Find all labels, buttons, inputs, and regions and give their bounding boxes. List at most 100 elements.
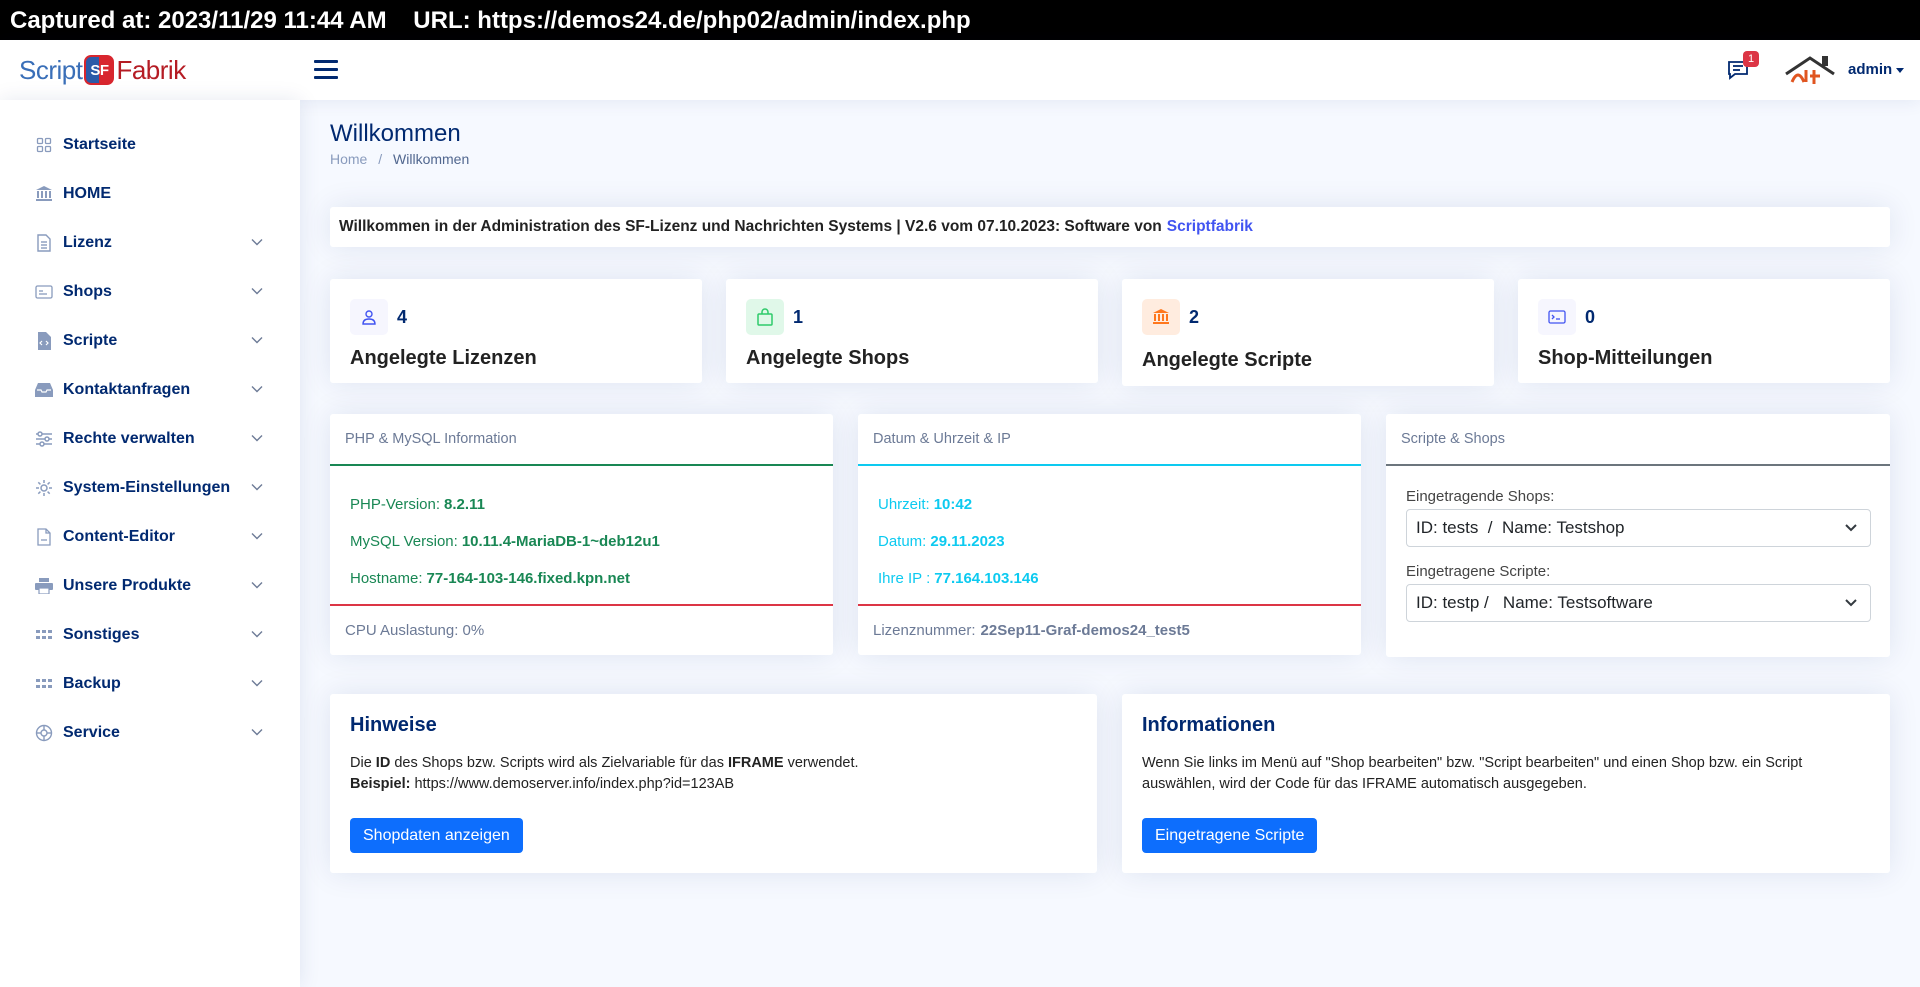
information-title: Informationen	[1142, 714, 1276, 736]
printer-icon	[35, 577, 53, 595]
terminal-card-icon	[1538, 299, 1576, 335]
chevron-down-icon[interactable]	[250, 333, 264, 347]
time-row: Uhrzeit: 10:42	[878, 496, 973, 513]
scripts-select[interactable]: ID: testp / Name: Testsoftware	[1406, 584, 1871, 622]
stat-value: 0	[1585, 307, 1596, 327]
file-code-icon	[35, 331, 53, 350]
stat-label: Angelegte Scripte	[1142, 349, 1313, 371]
chevron-down-icon[interactable]	[250, 480, 264, 494]
scriptfabrik-link[interactable]: Scriptfabrik	[1167, 218, 1253, 236]
dots-grid-icon	[35, 675, 53, 693]
menu-toggle-icon[interactable]	[314, 60, 338, 80]
dots-grid-icon	[35, 626, 53, 644]
shops-select[interactable]: ID: tests / Name: Testshop	[1406, 509, 1871, 547]
chevron-down-icon[interactable]	[250, 578, 264, 592]
chevron-down-icon[interactable]	[250, 529, 264, 543]
inbox-icon	[35, 381, 53, 399]
sidebar-item-content-editor[interactable]: Content-Editor	[0, 512, 300, 561]
php-mysql-card: PHP & MySQL Information PHP-Version: 8.2.…	[330, 414, 833, 655]
hostname-row: Hostname: 77-164-103-146.fixed.kpn.net	[350, 570, 630, 587]
stat-label: Angelegte Shops	[746, 347, 910, 369]
sidebar-item-backup[interactable]: Backup	[0, 659, 300, 708]
php-card-title: PHP & MySQL Information	[330, 414, 833, 466]
sidebar-item-rechte-verwalten[interactable]: Rechte verwalten	[0, 414, 300, 463]
top-header: Script SF Fabrik 1 admin	[0, 40, 1920, 100]
service-icon	[35, 724, 53, 742]
php-version-row: PHP-Version: 8.2.11	[350, 496, 485, 513]
sidebar-item-label: Startseite	[63, 135, 136, 153]
datetime-ip-card: Datum & Uhrzeit & IP Uhrzeit: 10:42 Datum…	[858, 414, 1361, 655]
welcome-banner: Willkommen in der Administration des SF-…	[330, 207, 1890, 247]
php-card-body: PHP-Version: 8.2.11 MySQL Version: 10.11.4…	[330, 466, 833, 606]
notification-badge: 1	[1743, 51, 1760, 67]
cpu-usage: CPU Auslastung: 0%	[345, 622, 485, 639]
sidebar-item-home[interactable]: HOME	[0, 169, 300, 218]
sidebar-item-sonstiges[interactable]: Sonstiges	[0, 610, 300, 659]
show-shopdata-button[interactable]: Shopdaten anzeigen	[350, 818, 523, 853]
gear-icon	[35, 479, 53, 497]
scripts-shops-card: Scripte & Shops Eingetragende Shops: ID:…	[1386, 414, 1890, 657]
sidebar-item-shops[interactable]: Shops	[0, 267, 300, 316]
sidebar-item-label: Lizenz	[63, 233, 112, 251]
chevron-down-icon[interactable]	[250, 725, 264, 739]
stat-value: 2	[1189, 307, 1200, 327]
file-text-icon	[35, 233, 53, 252]
messages-button[interactable]: 1	[1726, 51, 1760, 84]
chevron-down-icon[interactable]	[250, 627, 264, 641]
sidebar-item-startseite[interactable]: Startseite	[0, 120, 300, 169]
datetime-card-title: Datum & Uhrzeit & IP	[858, 414, 1361, 466]
datetime-card-body: Uhrzeit: 10:42 Datum: 29.11.2023 Ihre IP :…	[858, 466, 1361, 606]
ip-row: Ihre IP :77.164.103.146	[878, 570, 1039, 587]
user-menu-label[interactable]: admin	[1848, 61, 1892, 78]
chevron-down-icon[interactable]	[250, 676, 264, 690]
avatar[interactable]	[1782, 52, 1842, 88]
chevron-down-icon[interactable]	[250, 431, 264, 445]
shops-select-label: Eingetragende Shops:	[1406, 488, 1555, 505]
sidebar-item-label: Kontaktanfragen	[63, 380, 191, 398]
chevron-down-icon[interactable]	[250, 235, 264, 249]
stat-label: Angelegte Lizenzen	[350, 347, 537, 369]
sidebar-item-kontaktanfragen[interactable]: Kontaktanfragen	[0, 365, 300, 414]
sidebar-item-label: Scripte	[63, 331, 118, 349]
stat-value: 1	[793, 307, 804, 327]
sidebar-item-unsere-produkte[interactable]: Unsere Produkte	[0, 561, 300, 610]
breadcrumb-home[interactable]: Home	[330, 151, 367, 167]
chevron-down-icon[interactable]	[250, 284, 264, 298]
stat-card-scripts: 2 Angelegte Scripte	[1122, 279, 1494, 386]
breadcrumb: Home / Willkommen	[330, 151, 469, 167]
chevron-down-icon[interactable]	[250, 382, 264, 396]
sidebar-item-service[interactable]: Service	[0, 708, 300, 757]
grid-icon	[35, 136, 53, 154]
logo-text-script: Script	[19, 54, 83, 85]
sidebar-item-label: Rechte verwalten	[63, 429, 195, 447]
document-icon	[35, 527, 53, 546]
stat-value: 4	[397, 307, 408, 327]
sidebar: Startseite HOME Lizenz Shops Scripte Kontakta…	[0, 100, 300, 987]
scriptfabrik-logo[interactable]: Script SF Fabrik	[19, 52, 186, 88]
sidebar-item-label: System-Einstellungen	[63, 478, 231, 496]
scripts-shops-title: Scripte & Shops	[1386, 414, 1890, 466]
sidebar-item-label: Content-Editor	[63, 527, 175, 545]
sidebar-item-label: Shops	[63, 282, 112, 300]
hints-text: Die ID des Shops bzw. Scripts wird als Z…	[350, 755, 859, 792]
caret-down-icon[interactable]	[1896, 68, 1904, 73]
breadcrumb-current: Willkommen	[393, 151, 470, 167]
sidebar-item-system-einstellungen[interactable]: System-Einstellungen	[0, 463, 300, 512]
registered-scripts-button[interactable]: Eingetragene Scripte	[1142, 818, 1318, 853]
breadcrumb-separator: /	[378, 151, 383, 167]
logo-text-fabrik: Fabrik	[116, 54, 186, 85]
stat-label: Shop-Mitteilungen	[1538, 347, 1713, 369]
date-row: Datum: 29.11.2023	[878, 533, 1005, 550]
sidebar-item-label: Unsere Produkte	[63, 576, 192, 594]
chevron-down-icon	[1845, 524, 1857, 532]
sidebar-item-scripte[interactable]: Scripte	[0, 316, 300, 365]
information-text: Wenn Sie links im Menü auf "Shop bearbei…	[1142, 755, 1803, 792]
mysql-version-row: MySQL Version: 10.11.4-MariaDB-1~deb12u1	[350, 533, 660, 550]
sidebar-item-label: HOME	[63, 184, 111, 202]
stat-card-shop-messages: 0 Shop-Mitteilungen	[1518, 279, 1890, 383]
person-icon	[350, 299, 388, 335]
hints-title: Hinweise	[350, 714, 437, 736]
scripts-select-label: Eingetragene Scripte:	[1406, 563, 1551, 580]
sidebar-item-lizenz[interactable]: Lizenz	[0, 218, 300, 267]
sliders-icon	[35, 430, 53, 448]
